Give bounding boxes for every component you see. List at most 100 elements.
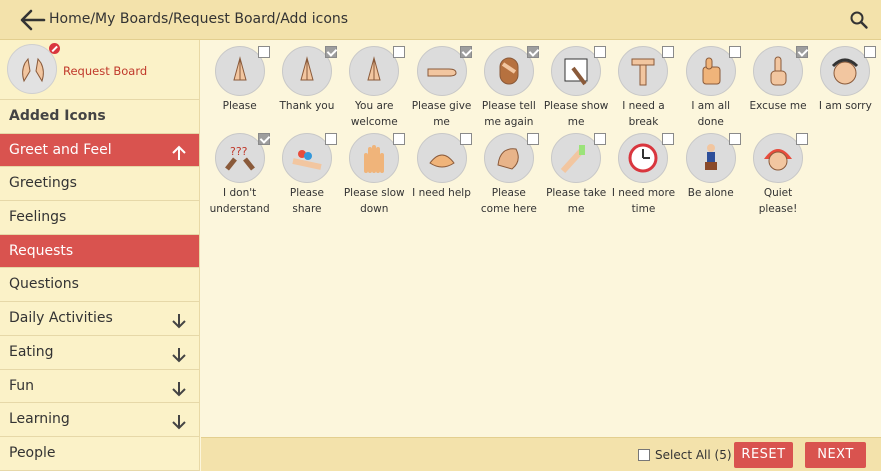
sidebar-item-requests[interactable]: Requests xyxy=(0,234,199,269)
category-list: Greet and Feel Greetings Feelings Requests Q… xyxy=(0,133,199,471)
icon-checkbox[interactable] xyxy=(392,133,405,145)
icon-tile[interactable]: Please give me xyxy=(408,43,475,130)
icon-checkbox[interactable] xyxy=(325,133,338,145)
svg-text:???: ??? xyxy=(230,145,248,158)
sidebar: Request Board Added Icons Greet and Feel… xyxy=(0,40,200,471)
sidebar-item-greet-and-feel[interactable]: Greet and Feel xyxy=(0,133,199,168)
icon-label: I need more time xyxy=(611,187,676,215)
icon-label: Please slow down xyxy=(343,187,405,215)
icon-label: You are welcome xyxy=(350,100,398,128)
back-arrow-icon[interactable] xyxy=(18,7,46,33)
icon-checkbox[interactable] xyxy=(729,46,742,58)
icon-tile[interactable]: Please xyxy=(206,43,273,130)
breadcrumb: Home/My Boards/Request Board/Add icons xyxy=(49,11,349,27)
icon-label: I don't understand xyxy=(209,187,270,215)
icon-label: Please come here xyxy=(480,187,537,215)
icon-checkbox[interactable] xyxy=(527,133,540,145)
sidebar-item-label: People xyxy=(9,444,56,461)
sidebar-item-label: Greetings xyxy=(9,175,77,192)
sidebar-item-label: Learning xyxy=(9,411,70,428)
icon-label: I am sorry xyxy=(818,100,872,112)
icon-label: Please xyxy=(222,100,257,112)
icon-tile[interactable]: Be alone xyxy=(677,130,744,217)
footer-bar: Select All (5) RESET NEXT xyxy=(201,437,881,471)
icon-tile[interactable]: ??? I don't understand xyxy=(206,130,273,217)
icon-checkbox[interactable] xyxy=(392,46,405,58)
icon-label: I need a break xyxy=(622,100,665,128)
icon-tile[interactable]: Please tell me again xyxy=(475,43,542,130)
icon-checkbox[interactable] xyxy=(258,46,270,58)
chevron-down-icon[interactable] xyxy=(171,310,187,329)
sidebar-item-label: Fun xyxy=(9,377,35,394)
icon-tile[interactable]: Quiet please! xyxy=(744,130,811,217)
icon-tile[interactable]: Please take me xyxy=(542,130,609,217)
icon-label: Quiet please! xyxy=(758,187,798,215)
chevron-down-icon[interactable] xyxy=(171,411,187,430)
icon-checkbox[interactable] xyxy=(594,133,607,145)
icon-tile[interactable]: I am sorry xyxy=(812,43,879,130)
remove-badge-icon[interactable] xyxy=(49,43,60,54)
sidebar-item-label: Eating xyxy=(9,343,54,360)
icon-label: Be alone xyxy=(687,187,734,199)
next-button[interactable]: NEXT xyxy=(805,442,866,468)
icon-label: I am all done xyxy=(691,100,731,128)
icon-checkbox[interactable] xyxy=(258,133,270,145)
icon-grid: Please Thank you You are welcome Please giv… xyxy=(206,43,879,217)
reset-button[interactable]: RESET xyxy=(734,442,793,468)
sidebar-item-daily-activities[interactable]: Daily Activities xyxy=(0,302,199,336)
icon-checkbox[interactable] xyxy=(459,133,472,145)
icon-tile[interactable]: I am all done xyxy=(677,43,744,130)
sidebar-item-fun[interactable]: Fun xyxy=(0,370,199,404)
sidebar-item-learning[interactable]: Learning xyxy=(0,403,199,437)
chevron-down-icon[interactable] xyxy=(171,378,187,396)
search-icon[interactable] xyxy=(849,10,869,30)
icon-label: Thank you xyxy=(279,100,335,112)
icon-grid-area: Please Thank you You are welcome Please giv… xyxy=(201,40,881,437)
icon-tile[interactable]: Please slow down xyxy=(341,130,408,217)
icon-tile[interactable]: I need help xyxy=(408,130,475,217)
icon-checkbox[interactable] xyxy=(796,46,809,58)
icon-tile[interactable]: Please share xyxy=(273,130,340,217)
select-all-checkbox[interactable]: Select All (5) xyxy=(638,448,732,462)
icon-tile[interactable]: You are welcome xyxy=(341,43,408,130)
icon-checkbox[interactable] xyxy=(661,46,674,58)
icon-tile[interactable]: Please come here xyxy=(475,130,542,217)
icon-checkbox[interactable] xyxy=(459,46,472,58)
top-bar: Home/My Boards/Request Board/Add icons xyxy=(0,0,881,40)
added-icons-heading: Added Icons xyxy=(0,100,199,134)
sidebar-item-eating[interactable]: Eating xyxy=(0,336,199,370)
sidebar-item-label: Daily Activities xyxy=(9,310,113,327)
sidebar-item-label: Requests xyxy=(9,242,74,259)
icon-label: Please give me xyxy=(411,100,472,128)
icon-label: Please take me xyxy=(546,187,607,215)
icon-label: I need help xyxy=(412,187,471,199)
chevron-up-icon[interactable] xyxy=(171,142,187,160)
icon-tile[interactable]: Please show me xyxy=(542,43,609,130)
sidebar-item-greetings[interactable]: Greetings xyxy=(0,167,199,202)
icon-checkbox[interactable] xyxy=(325,46,338,58)
icon-checkbox[interactable] xyxy=(527,46,540,58)
sidebar-item-people[interactable]: People xyxy=(0,437,199,471)
icon-tile[interactable]: Excuse me xyxy=(744,43,811,130)
icon-tile[interactable]: I need a break xyxy=(610,43,677,130)
icon-label: Please tell me again xyxy=(481,100,536,128)
board-name: Request Board xyxy=(63,64,148,78)
sidebar-item-questions[interactable]: Questions xyxy=(0,268,199,303)
icon-checkbox[interactable] xyxy=(863,46,876,58)
icon-checkbox[interactable] xyxy=(729,133,742,145)
checkbox-icon[interactable] xyxy=(638,449,650,461)
icon-tile[interactable]: I need more time xyxy=(610,130,677,217)
icon-label: Please share xyxy=(289,187,324,215)
icon-checkbox[interactable] xyxy=(594,46,607,58)
board-header[interactable]: Request Board xyxy=(0,40,199,100)
chevron-down-icon[interactable] xyxy=(171,344,187,363)
sidebar-item-label: Greet and Feel xyxy=(9,141,112,158)
sidebar-item-label: Feelings xyxy=(9,209,67,226)
icon-label: Please show me xyxy=(543,100,609,128)
sidebar-item-feelings[interactable]: Feelings xyxy=(0,201,199,235)
icon-label: Excuse me xyxy=(749,100,807,112)
icon-checkbox[interactable] xyxy=(796,133,809,145)
icon-tile[interactable]: Thank you xyxy=(273,43,340,130)
sidebar-item-label: Questions xyxy=(9,276,79,293)
icon-checkbox[interactable] xyxy=(661,133,674,145)
